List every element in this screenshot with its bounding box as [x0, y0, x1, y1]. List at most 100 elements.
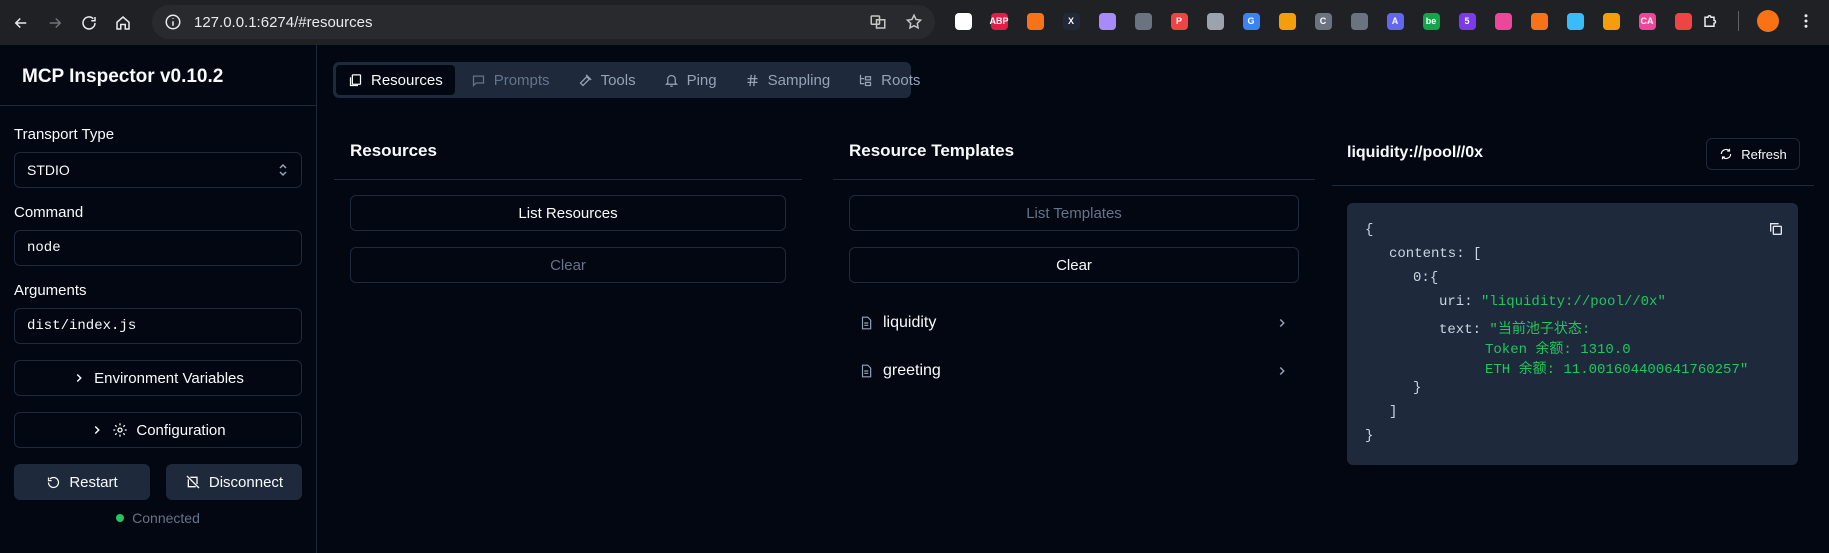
list-item[interactable]: liquidity — [849, 299, 1299, 347]
tab-label: Tools — [600, 71, 636, 89]
extension-badge: 5 — [1458, 12, 1476, 30]
extensions-puzzle-icon[interactable] — [1702, 12, 1720, 30]
bee-ext-icon[interactable]: be — [1418, 10, 1444, 32]
circle-ext-icon[interactable] — [950, 10, 976, 32]
gear-icon — [113, 423, 128, 437]
reload-icon[interactable] — [72, 6, 106, 40]
refresh-label: Refresh — [1741, 146, 1787, 162]
tab-sampling[interactable]: Sampling — [733, 65, 843, 95]
arguments-input[interactable]: dist/index.js — [14, 308, 302, 344]
extension-badge — [1602, 12, 1620, 30]
refresh-button[interactable]: Refresh — [1706, 138, 1800, 170]
tab-label: Resources — [371, 71, 443, 89]
json-brace: } — [1365, 428, 1374, 444]
status-dot — [116, 514, 125, 522]
json-bracket: [ — [1473, 246, 1482, 262]
tab-roots[interactable]: Roots — [846, 65, 932, 95]
app-title: MCP Inspector v0.10.2 — [0, 45, 316, 106]
restart-button[interactable]: Restart — [14, 464, 150, 500]
json-bracket: ] — [1389, 404, 1398, 420]
transport-select[interactable]: STDIO — [14, 152, 302, 188]
browser-toolbar: 127.0.0.1:6274/#resources ABP X P G C Abe 5 CA — [0, 0, 1829, 45]
clear-templates-button[interactable]: Clear — [849, 247, 1299, 283]
burst-ext-icon[interactable] — [1274, 10, 1300, 32]
extension-badge — [1026, 12, 1044, 30]
environment-variables-button[interactable]: Environment Variables — [14, 360, 302, 396]
extension-badge: CA — [1638, 12, 1656, 30]
key-ext-icon[interactable] — [1670, 10, 1696, 32]
disconnect-button[interactable]: Disconnect — [166, 464, 302, 500]
divider — [1738, 11, 1739, 31]
wave-ext-icon[interactable] — [1094, 10, 1120, 32]
copy-ext-icon[interactable] — [1346, 10, 1372, 32]
address-bar[interactable]: 127.0.0.1:6274/#resources — [152, 5, 935, 39]
hammer-icon — [579, 73, 592, 86]
home-icon[interactable] — [106, 6, 140, 40]
bookmark-star-icon[interactable] — [905, 13, 923, 31]
forward-icon[interactable] — [38, 6, 72, 40]
tab-resources[interactable]: Resources — [336, 65, 455, 95]
fox-ext-icon[interactable] — [1022, 10, 1048, 32]
resources-panel: Resources List Resources Clear — [334, 114, 802, 553]
tab-ping[interactable]: Ping — [652, 65, 729, 95]
site-info-icon[interactable] — [164, 13, 182, 31]
frame-ext-icon[interactable] — [1490, 10, 1516, 32]
coin-ext-icon[interactable] — [1598, 10, 1624, 32]
tab-tools[interactable]: Tools — [566, 65, 648, 95]
command-input[interactable]: node — [14, 230, 302, 266]
tab-prompts[interactable]: Prompts — [459, 65, 562, 95]
tab-label: Sampling — [767, 71, 831, 89]
x-ext-icon[interactable]: X — [1058, 10, 1084, 32]
json-key: uri: "liquidity://pool//0x" — [1439, 294, 1666, 310]
extension-badge — [1494, 12, 1512, 30]
json-viewer: { contents: [ 0:{ uri: "liquidity://pool… — [1347, 203, 1798, 465]
back-icon[interactable] — [4, 6, 38, 40]
unplug-icon — [186, 475, 200, 489]
extension-badge: P — [1170, 12, 1188, 30]
camera-ext-icon[interactable] — [1202, 10, 1228, 32]
abp-ext-icon[interactable]: ABP — [986, 10, 1012, 32]
extension-badge — [1134, 12, 1152, 30]
chevron-right-icon — [76, 373, 82, 383]
restart-label: Restart — [69, 473, 118, 491]
status-text: Connected — [132, 510, 200, 526]
clear-resources-button[interactable]: Clear — [350, 247, 786, 283]
arguments-label: Arguments — [14, 282, 87, 299]
json-key-text: contents: — [1389, 246, 1465, 262]
list-item[interactable]: greeting — [849, 347, 1299, 395]
profile-avatar-icon[interactable] — [1757, 10, 1779, 32]
connection-status: Connected — [14, 510, 302, 526]
list-templates-button[interactable]: List Templates — [849, 195, 1299, 231]
list-resources-button[interactable]: List Resources — [350, 195, 786, 231]
react-ext-icon[interactable] — [1562, 10, 1588, 32]
extension-badge — [1350, 12, 1368, 30]
mountain-ext-icon[interactable] — [1526, 10, 1552, 32]
bell-icon — [664, 74, 678, 87]
puzzle-5-ext-icon[interactable]: 5 — [1454, 10, 1480, 32]
copy-icon[interactable] — [1768, 221, 1784, 237]
a-ext-icon[interactable]: A — [1382, 10, 1408, 32]
grid-ext-icon[interactable] — [1130, 10, 1156, 32]
json-brace: { — [1429, 270, 1439, 286]
extension-badge — [1098, 12, 1116, 30]
url-text[interactable]: 127.0.0.1:6274/#resources — [194, 14, 372, 31]
json-brace: } — [1413, 380, 1422, 396]
transport-label: Transport Type — [14, 126, 115, 143]
json-string: ETH 余额: 11.001604400641760257" — [1485, 362, 1749, 378]
extension-badge — [1206, 12, 1224, 30]
configuration-button[interactable]: Configuration — [14, 412, 302, 448]
chevron-updown-icon — [279, 163, 287, 177]
chevron-right-icon — [95, 425, 101, 435]
menu-dots-icon[interactable] — [1797, 12, 1815, 30]
extension-badge — [1530, 12, 1548, 30]
translate-ext-icon[interactable]: G — [1238, 10, 1264, 32]
chevron-right-icon — [1279, 318, 1285, 328]
pocket-ext-icon[interactable]: P — [1166, 10, 1192, 32]
ca-ext-icon[interactable]: CA — [1634, 10, 1660, 32]
cc-ext-icon[interactable]: C — [1310, 10, 1336, 32]
extension-badge: G — [1242, 12, 1260, 30]
extension-badge — [1278, 12, 1296, 30]
disconnect-label: Disconnect — [208, 473, 284, 491]
translate-icon[interactable] — [869, 13, 887, 31]
resource-uri-title: liquidity://pool//0x — [1347, 144, 1483, 161]
